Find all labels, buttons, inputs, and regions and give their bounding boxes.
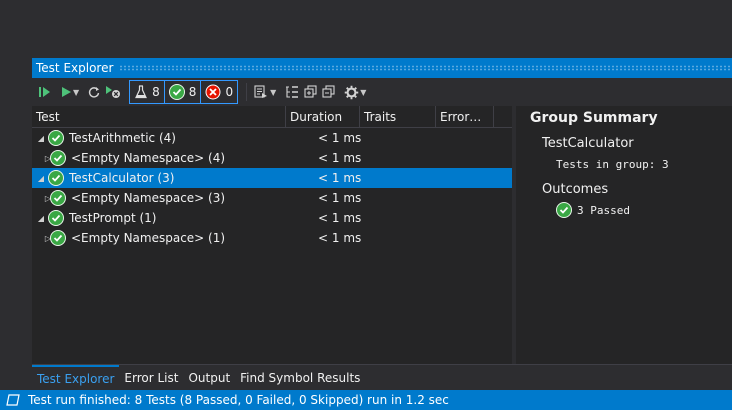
test-duration: < 1 ms — [318, 191, 362, 205]
summary-group-name: TestCalculator — [542, 136, 634, 151]
expanded-triangle-icon[interactable]: ◢ — [32, 214, 44, 223]
collapsed-triangle-icon[interactable]: ▷ — [32, 234, 51, 243]
playlist-icon — [254, 85, 268, 98]
flask-icon — [135, 85, 148, 99]
total-tests-filter[interactable]: 8 — [130, 81, 164, 103]
failed-tests-count: 0 — [225, 85, 234, 99]
failed-x-icon — [205, 84, 221, 100]
test-row-empty-namespace-3[interactable]: ▷ <Empty Namespace> (3) < 1 ms — [32, 188, 512, 208]
editor-area — [0, 0, 732, 58]
test-duration: < 1 ms — [318, 211, 362, 225]
test-name: TestArithmetic (4) — [69, 131, 176, 145]
test-row-testcalculator[interactable]: ◢ TestCalculator (3) < 1 ms — [32, 168, 512, 188]
tool-window-titlebar[interactable]: Test Explorer — [32, 58, 732, 78]
content-area: Test Duration Traits Error… ◢ TestArithm… — [32, 105, 732, 364]
test-duration: < 1 ms — [318, 131, 362, 145]
expand-all-icon — [304, 85, 317, 98]
run-failed-icon — [106, 86, 121, 98]
tab-error-list[interactable]: Error List — [119, 365, 183, 391]
gear-icon — [344, 85, 359, 99]
test-duration: < 1 ms — [318, 231, 362, 245]
column-header-duration[interactable]: Duration — [286, 105, 360, 128]
group-summary-pane: Group Summary TestCalculator Tests in gr… — [516, 106, 732, 364]
test-name: <Empty Namespace> (4) — [71, 151, 226, 165]
passed-check-icon — [50, 230, 66, 246]
test-row-empty-namespace-1[interactable]: ▷ <Empty Namespace> (1) < 1 ms — [32, 228, 512, 248]
toolbar-separator — [246, 83, 248, 101]
total-tests-count: 8 — [152, 85, 160, 99]
test-name: <Empty Namespace> (3) — [71, 191, 226, 205]
collapsed-triangle-icon[interactable]: ▷ — [32, 154, 51, 163]
passed-check-icon — [50, 150, 66, 166]
expand-all-button[interactable] — [302, 81, 320, 103]
tests-in-group: Tests in group: 3 — [556, 158, 669, 171]
tab-test-explorer[interactable]: Test Explorer — [32, 364, 120, 391]
status-text: Test run finished: 8 Tests (8 Passed, 0 … — [28, 393, 449, 407]
passed-check-icon — [556, 202, 572, 218]
passed-tests-filter[interactable]: 8 — [163, 81, 201, 103]
expanded-triangle-icon[interactable]: ◢ — [32, 134, 44, 143]
repeat-last-run-icon — [89, 87, 100, 98]
status-flag-icon — [6, 394, 20, 406]
test-list-pane: Test Duration Traits Error… ◢ TestArithm… — [32, 105, 512, 364]
repeat-last-run-button[interactable] — [85, 81, 103, 103]
test-name: TestCalculator (3) — [69, 171, 175, 185]
toolbar: ▼ 8 8 0 ▼ ▼ — [32, 78, 732, 106]
test-duration: < 1 ms — [318, 171, 362, 185]
run-button[interactable]: ▼ — [58, 81, 81, 103]
passed-check-icon — [50, 190, 66, 206]
run-icon — [62, 87, 71, 97]
column-header-test[interactable]: Test — [32, 105, 286, 128]
outcome-passed[interactable]: 3 Passed — [530, 202, 718, 218]
collapse-all-icon — [322, 85, 335, 98]
run-all-button[interactable] — [36, 81, 54, 103]
test-row-empty-namespace-4[interactable]: ▷ <Empty Namespace> (4) < 1 ms — [32, 148, 512, 168]
tab-output[interactable]: Output — [183, 365, 235, 391]
test-name: <Empty Namespace> (1) — [71, 231, 226, 245]
passed-check-icon — [48, 210, 64, 226]
tab-find-symbol-results[interactable]: Find Symbol Results — [235, 365, 365, 391]
run-failed-tests-button[interactable] — [103, 81, 123, 103]
failed-tests-filter[interactable]: 0 — [200, 81, 237, 103]
outcomes-label: Outcomes — [542, 182, 609, 197]
group-by-button[interactable] — [282, 81, 302, 103]
settings-chevron-icon[interactable]: ▼ — [360, 88, 366, 97]
expanded-triangle-icon[interactable]: ◢ — [32, 174, 44, 183]
test-duration: < 1 ms — [318, 151, 362, 165]
playlist-button[interactable]: ▼ — [251, 81, 278, 103]
run-all-icon — [39, 87, 50, 97]
settings-button[interactable]: ▼ — [342, 81, 368, 103]
tool-window-title: Test Explorer — [36, 61, 120, 75]
test-explorer-panel: Test Explorer ▼ 8 8 0 ▼ ▼ Test Duration … — [32, 58, 732, 390]
summary-title: Group Summary — [530, 110, 658, 126]
test-row-testprompt[interactable]: ◢ TestPrompt (1) < 1 ms — [32, 208, 512, 228]
column-header-error[interactable]: Error… — [436, 105, 494, 128]
passed-check-icon — [168, 84, 185, 100]
passed-check-icon — [48, 130, 64, 146]
playlist-chevron-icon[interactable]: ▼ — [270, 88, 276, 97]
collapsed-triangle-icon[interactable]: ▷ — [32, 194, 51, 203]
column-header-row: Test Duration Traits Error… — [32, 105, 512, 128]
bottom-tab-strip: Test Explorer Error List Output Find Sym… — [32, 364, 732, 390]
test-name: TestPrompt (1) — [69, 211, 157, 225]
group-by-icon — [286, 86, 299, 98]
outcome-filter-group: 8 8 0 — [129, 80, 239, 104]
run-dropdown-chevron-icon[interactable]: ▼ — [73, 88, 79, 97]
status-bar: Test run finished: 8 Tests (8 Passed, 0 … — [0, 390, 732, 410]
collapse-all-button[interactable] — [320, 81, 338, 103]
titlebar-grip[interactable] — [119, 65, 730, 71]
passed-check-icon — [48, 170, 64, 186]
passed-tests-count: 8 — [188, 85, 197, 99]
column-header-traits[interactable]: Traits — [360, 105, 436, 128]
outcome-passed-text: 3 Passed — [577, 203, 630, 217]
test-row-testarithmetic[interactable]: ◢ TestArithmetic (4) < 1 ms — [32, 128, 512, 148]
